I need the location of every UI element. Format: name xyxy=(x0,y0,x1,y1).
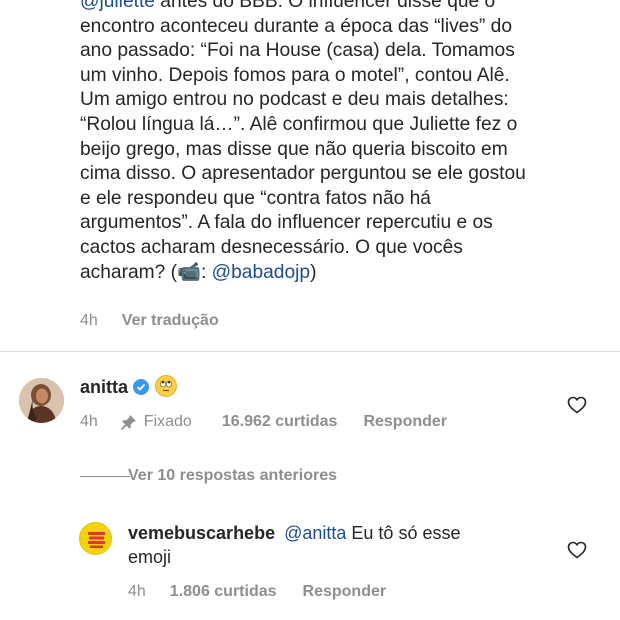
caption-line-1-rest: antes do BBB. O influencer disse que o xyxy=(154,0,496,12)
view-replies-label: Ver 10 respostas anteriores xyxy=(128,467,338,484)
caption-line: cactos acharam desnecessário. O que você… xyxy=(80,236,463,258)
rolling-eyes-emoji-icon xyxy=(155,375,178,397)
caption-line: encontro aconteceu durante a época das “… xyxy=(80,15,512,37)
comment2-reply-button[interactable]: Responder xyxy=(303,583,387,601)
caption-line-1: @juliette antes do BBB. O influencer dis… xyxy=(80,0,600,15)
comment2-line2: emoji xyxy=(128,547,171,568)
caption-line: beijo grego, mas disse que não queria bi… xyxy=(80,138,508,160)
mention-anitta[interactable]: @anitta xyxy=(284,523,346,543)
username-anitta[interactable]: anitta xyxy=(80,377,128,397)
caption-meta: 4h Ver tradução xyxy=(80,312,219,330)
mention-babadojp[interactable]: @babadojp xyxy=(212,262,310,283)
comment2-meta: 4h 1.806 curtidas Responder xyxy=(128,583,386,601)
camera-emoji-icon: 📹 xyxy=(177,261,201,283)
caption-sep: : xyxy=(200,261,212,283)
avatar-anitta[interactable] xyxy=(19,378,64,423)
avatar-logo xyxy=(80,523,111,554)
comment1-reply-button[interactable]: Responder xyxy=(363,413,447,431)
divider xyxy=(0,351,620,352)
caption-suffix: ) xyxy=(310,261,317,283)
avatar-photo xyxy=(19,378,64,423)
caption-line: cima disso. O apresentador perguntou se … xyxy=(80,163,526,185)
comment2-text-1: Eu tô só esse xyxy=(346,523,461,543)
caption-line: “Rolou língua lá…”. Alê confirmou que Ju… xyxy=(80,113,518,135)
replies-line xyxy=(80,476,130,477)
comment2-time: 4h xyxy=(128,583,146,600)
caption-line: e ele respondeu que “contra fatos não há xyxy=(80,187,431,209)
mention-juliette[interactable]: @juliette xyxy=(80,0,155,12)
avatar-vemebuscarhebe[interactable] xyxy=(79,522,112,555)
pinned-label: Fixado xyxy=(143,413,192,430)
comment2-line1: vemebuscarhebe @anitta Eu tô só esse xyxy=(128,523,460,544)
caption-last-prefix: acharam? ( xyxy=(80,261,178,283)
caption-line: Um amigo entrou no podcast e deu mais de… xyxy=(80,89,509,111)
caption-line: argumentos”. A fala do influencer reperc… xyxy=(80,212,493,234)
comment2-likes[interactable]: 1.806 curtidas xyxy=(170,583,277,601)
view-replies-link[interactable]: Ver 10 respostas anteriores xyxy=(128,467,337,485)
comment1-likes[interactable]: 16.962 curtidas xyxy=(222,413,338,431)
caption-line: ano passado: “Foi na House (casa) dela. … xyxy=(80,40,515,62)
caption-last-line: acharam? (📹: @babadojp) xyxy=(80,261,600,286)
username-vemebuscarhebe[interactable]: vemebuscarhebe xyxy=(128,523,275,543)
heart-icon[interactable] xyxy=(567,541,587,559)
comment1-header: anitta xyxy=(80,375,178,398)
caption-time: 4h xyxy=(80,312,98,329)
heart-icon[interactable] xyxy=(567,396,587,414)
caption-line: um vinho. Depois fomos para o motel”, co… xyxy=(80,64,510,86)
comment1-time: 4h xyxy=(80,413,98,430)
post-caption: @juliette antes do BBB. O influencer dis… xyxy=(80,0,600,285)
comment2-text-2: emoji xyxy=(128,547,172,567)
pin-icon xyxy=(120,413,138,431)
verified-icon xyxy=(133,379,150,395)
translate-link[interactable]: Ver tradução xyxy=(122,312,219,330)
comment1-meta: 4h Fixado 16.962 curtidas Responder xyxy=(80,413,447,431)
